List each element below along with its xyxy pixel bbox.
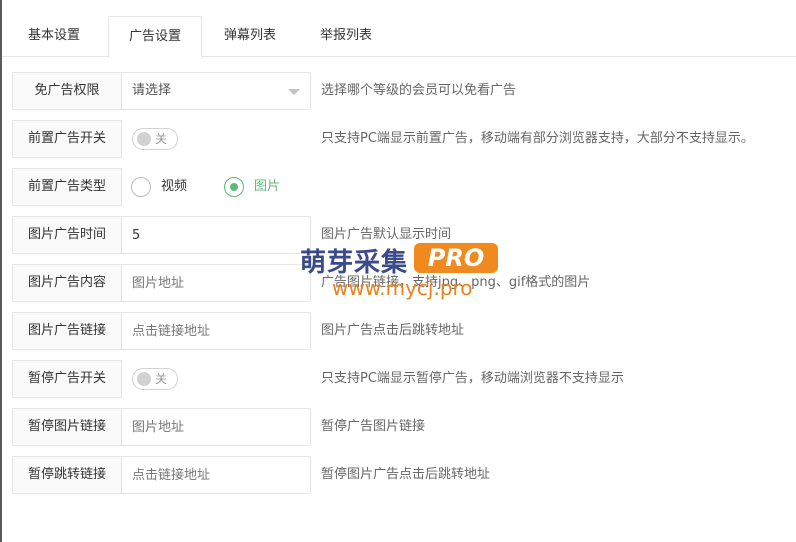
img-time-field <box>121 216 311 254</box>
pause-jump-label: 暂停跳转链接 <box>12 456 122 494</box>
radio-video-label: 视频 <box>161 179 188 194</box>
img-content-hint: 广告图片链接，支持jpg、png、gif格式的图片 <box>321 275 591 290</box>
pause-switch-hint: 只支持PC端显示暂停广告，移动端浏览器不支持显示 <box>321 371 624 386</box>
pause-jump-hint: 暂停图片广告点击后跳转地址 <box>321 467 491 482</box>
ad-free-select[interactable]: 请选择 <box>121 72 311 110</box>
img-link-hint: 图片广告点击后跳转地址 <box>321 323 465 338</box>
img-link-field <box>121 312 311 350</box>
toggle-state-text: 关 <box>155 132 168 146</box>
tab-basic-settings[interactable]: 基本设置 <box>2 16 106 57</box>
pre-type-label: 前置广告类型 <box>12 168 122 206</box>
settings-tabs: 基本设置 广告设置 弹幕列表 举报列表 <box>2 0 796 58</box>
img-link-input[interactable] <box>122 313 310 349</box>
pause-switch-label: 暂停广告开关 <box>12 360 122 398</box>
radio-image-label: 图片 <box>254 179 281 194</box>
chevron-down-icon <box>288 89 300 95</box>
img-time-input[interactable] <box>122 217 310 253</box>
ad-free-label: 免广告权限 <box>12 72 122 110</box>
tab-danmaku-list[interactable]: 弹幕列表 <box>202 16 298 57</box>
pause-img-field <box>121 408 311 446</box>
radio-checked-icon <box>224 177 244 197</box>
window-left-edge <box>0 0 2 542</box>
pause-img-hint: 暂停广告图片链接 <box>321 419 426 434</box>
pre-switch-label: 前置广告开关 <box>12 120 122 158</box>
tab-report-list[interactable]: 举报列表 <box>298 16 394 57</box>
radio-circle-icon <box>131 177 151 197</box>
img-time-label: 图片广告时间 <box>12 216 122 254</box>
pre-switch-hint: 只支持PC端显示前置广告，移动端有部分浏览器支持，大部分不支持显示。 <box>321 131 754 146</box>
img-content-label: 图片广告内容 <box>12 264 122 302</box>
pause-jump-input[interactable] <box>122 457 310 493</box>
pause-img-input[interactable] <box>122 409 310 445</box>
pause-img-label: 暂停图片链接 <box>12 408 122 446</box>
img-content-input[interactable] <box>122 265 310 301</box>
img-link-label: 图片广告链接 <box>12 312 122 350</box>
pause-ad-toggle[interactable]: 关 <box>132 368 178 390</box>
toggle-state-text: 关 <box>155 372 168 386</box>
pause-jump-field <box>121 456 311 494</box>
img-content-field <box>121 264 311 302</box>
img-time-hint: 图片广告默认显示时间 <box>321 227 452 242</box>
toggle-knob <box>137 372 151 386</box>
toggle-knob <box>137 132 151 146</box>
tab-ad-settings[interactable]: 广告设置 <box>108 16 202 58</box>
pre-ad-toggle[interactable]: 关 <box>132 128 178 150</box>
ad-free-hint: 选择哪个等级的会员可以免看广告 <box>321 83 517 98</box>
ad-free-select-value: 请选择 <box>132 83 172 98</box>
